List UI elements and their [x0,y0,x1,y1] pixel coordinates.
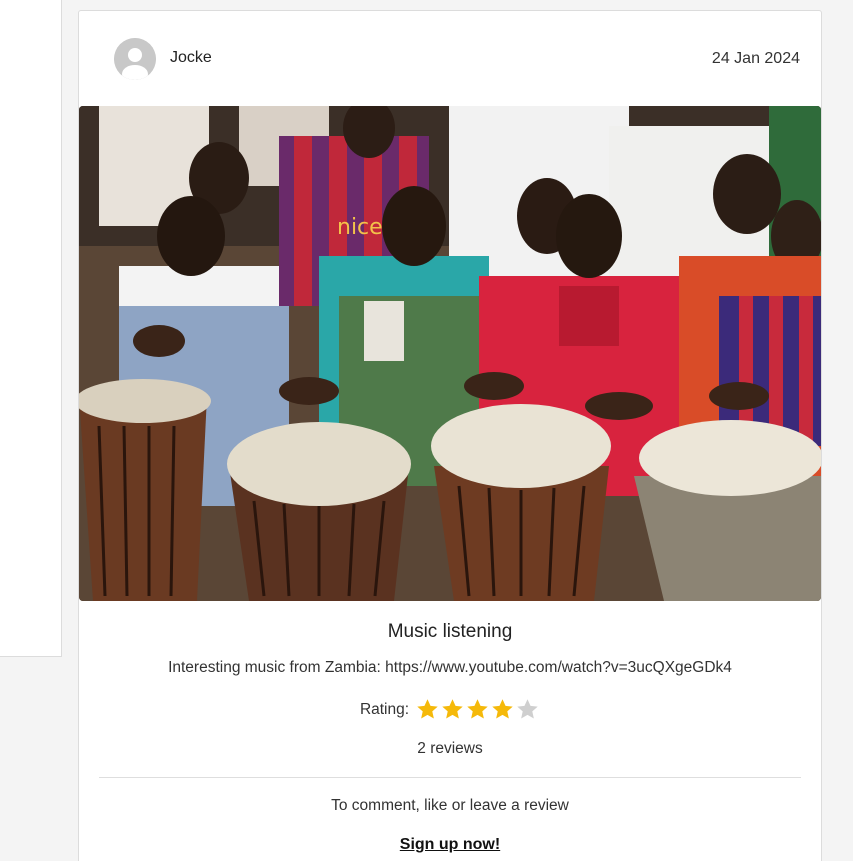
post-header: Jocke 24 Jan 2024 [79,11,821,107]
star-empty-icon [515,697,540,722]
rating-label: Rating: [359,700,410,718]
post-title: Music listening [387,621,513,642]
post-card: Jocke 24 Jan 2024 nice Music listening I… [78,10,822,861]
author-name[interactable]: Jocke [170,49,212,67]
signup-link[interactable]: Sign up now! [400,836,500,853]
post-date: 24 Jan 2024 [711,50,800,67]
comment-prompt: To comment, like or leave a review [331,797,569,814]
star-filled-icon [415,697,440,722]
signup-row: Sign up now! [79,836,821,854]
rating-row: Rating: [79,697,821,722]
avatar[interactable] [114,38,156,80]
drummers-photo: nice [79,106,821,601]
post-description: Interesting music from Zambia: https://w… [168,659,732,676]
shirt-text: nice [337,215,383,240]
star-filled-icon [440,697,465,722]
star-filled-icon [465,697,490,722]
divider [99,777,801,778]
star-filled-icon [490,697,515,722]
post-photo: nice [79,106,821,601]
left-sidebar-panel [0,0,62,657]
reviews-count[interactable]: 2 reviews [79,740,821,758]
star-rating [415,697,540,722]
user-silhouette-icon [114,38,156,80]
